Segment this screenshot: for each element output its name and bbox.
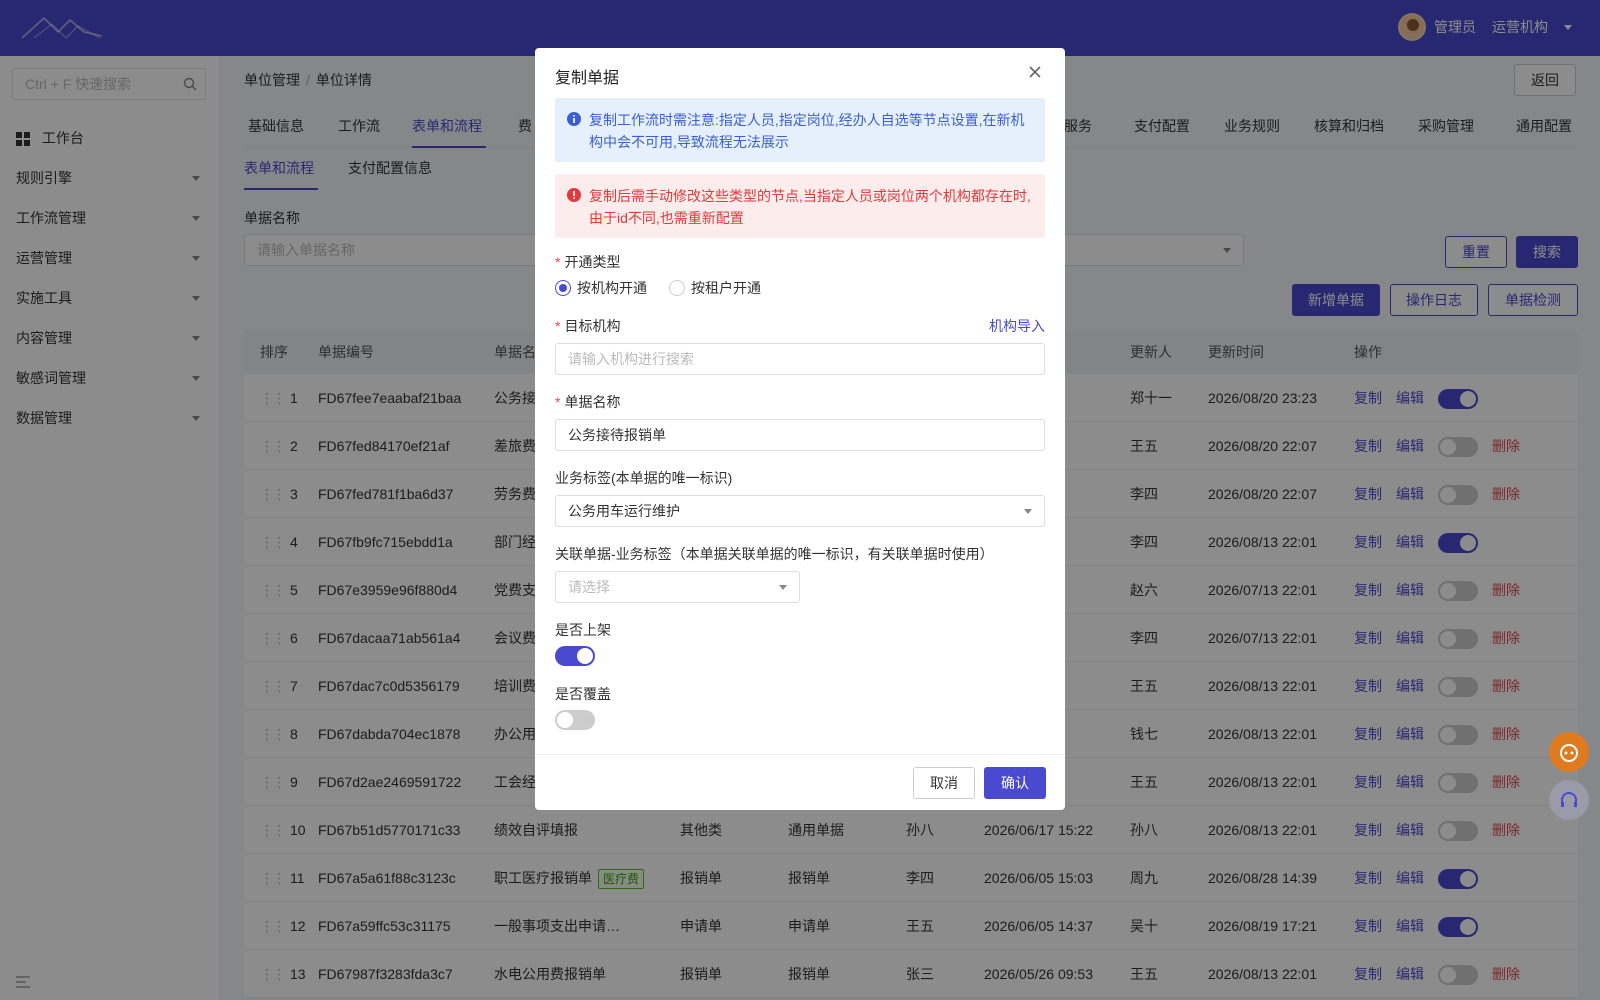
form-name-label: * 单据名称 [555,394,621,410]
open-type-radio-group: 按机构开通 按租户开通 [555,278,783,298]
related-tag-label: 关联单据-业务标签（本单据关联单据的唯一标识，有关联单据时使用） [555,546,994,562]
info-alert: 复制工作流时需注意:指定人员,指定岗位,经办人自选等节点设置,在新机构中会不可用… [555,98,1045,162]
form-name-input[interactable]: 公务接待报销单 [555,419,1045,451]
target-org-label: * 目标机构 [555,318,621,334]
info-text: 复制工作流时需注意:指定人员,指定岗位,经办人自选等节点设置,在新机构中会不可用… [589,112,1025,150]
headset-icon [1561,792,1577,807]
radio-by-tenant[interactable]: 按租户开通 [669,278,761,298]
radio-org-label: 按机构开通 [577,280,647,296]
org-import-link[interactable]: 机构导入 [989,316,1045,336]
dialog-title: 复制单据 [555,70,620,87]
target-org-placeholder: 请输入机构进行搜索 [568,351,694,367]
open-type-text: 开通类型 [564,254,621,270]
service-float-button[interactable] [1549,732,1589,772]
chevron-down-icon [779,585,787,590]
error-text: 复制后需手动修改这些类型的节点,当指定人员或岗位两个机构都存在时,由于id不同,… [589,188,1031,226]
info-icon [567,112,581,126]
support-float-button[interactable] [1549,780,1589,820]
chevron-down-icon [1024,509,1032,514]
copy-form-dialog: 复制单据 复制工作流时需注意:指定人员,指定岗位,经办人自选等节点设置,在新机构… [535,48,1065,810]
form-name-text: 单据名称 [564,394,621,410]
cancel-button[interactable]: 取消 [913,767,975,799]
biz-tag-select[interactable]: 公务用车运行维护 [555,495,1045,527]
biz-tag-label: 业务标签(本单据的唯一标识) [555,470,733,486]
cover-toggle[interactable] [555,710,595,730]
radio-by-org[interactable]: 按机构开通 [555,278,647,298]
target-org-text: 目标机构 [564,318,621,334]
close-icon[interactable] [1025,62,1045,82]
biz-tag-value: 公务用车运行维护 [568,503,680,519]
related-tag-select[interactable]: 请选择 [555,571,800,603]
dialog-footer: 取消 确认 [535,754,1065,810]
cover-label: 是否覆盖 [555,686,611,702]
shelf-toggle[interactable] [555,646,595,666]
warning-icon [567,188,581,202]
open-type-label: * 开通类型 [555,254,621,270]
error-alert: 复制后需手动修改这些类型的节点,当指定人员或岗位两个机构都存在时,由于id不同,… [555,174,1045,238]
radio-unchecked-icon [669,280,685,296]
related-tag-placeholder: 请选择 [568,579,610,595]
shelf-toggle-wrap [555,646,595,666]
cover-toggle-wrap [555,710,595,730]
radio-checked-icon [555,280,571,296]
form-name-value: 公务接待报销单 [568,427,666,443]
confirm-button[interactable]: 确认 [984,767,1046,799]
shelf-label: 是否上架 [555,622,611,638]
radio-tenant-label: 按租户开通 [691,280,761,296]
target-org-input[interactable]: 请输入机构进行搜索 [555,343,1045,375]
robot-icon [1560,744,1578,762]
